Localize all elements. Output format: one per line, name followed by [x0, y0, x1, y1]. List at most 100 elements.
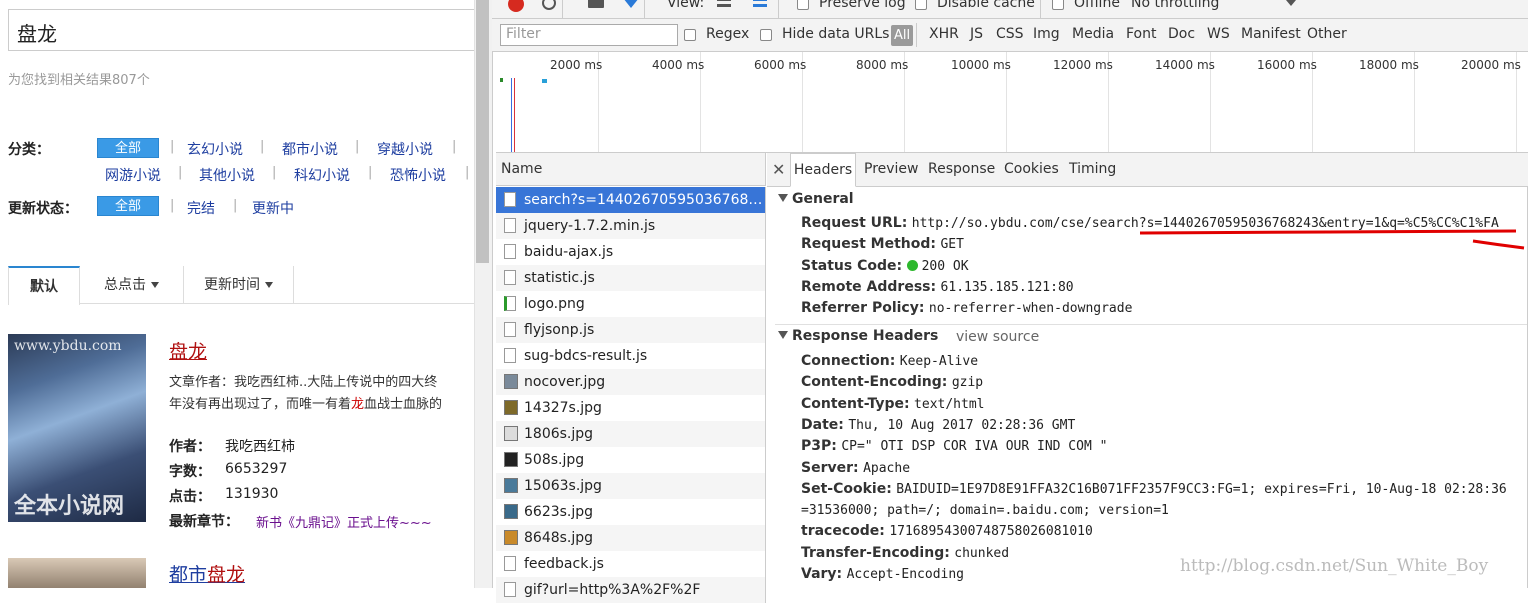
type-filter-other[interactable]: Other: [1307, 26, 1347, 42]
script-file-icon: [504, 218, 516, 233]
section-title: General: [792, 191, 854, 207]
type-filter-css[interactable]: CSS: [996, 26, 1024, 42]
general-section-toggle[interactable]: General: [778, 191, 854, 207]
cover-watermark: www.ybdu.com: [14, 338, 122, 354]
status-all-button[interactable]: 全部: [97, 196, 159, 216]
search-input[interactable]: 盘龙: [8, 9, 474, 51]
request-row[interactable]: 8648s.jpg: [496, 525, 766, 551]
type-filter-ws[interactable]: WS: [1207, 26, 1230, 42]
tab-cookies[interactable]: Cookies: [1004, 153, 1059, 186]
toolbar-divider: [778, 0, 779, 18]
chevron-down-icon[interactable]: [1286, 0, 1296, 6]
status-link-finished[interactable]: 完结: [187, 198, 215, 218]
name-column-header[interactable]: Name: [496, 153, 766, 186]
header-key: Date:: [801, 416, 844, 433]
capture-screenshots-icon[interactable]: [588, 0, 604, 8]
category-link-wangyou[interactable]: 网游小说: [105, 165, 161, 185]
type-filter-font[interactable]: Font: [1126, 26, 1156, 42]
request-name: 14327s.jpg: [524, 400, 602, 416]
triangle-down-icon: [778, 194, 788, 202]
book-title-link[interactable]: 都市盘龙: [169, 560, 245, 587]
response-headers-section-toggle[interactable]: Response Headers: [778, 328, 938, 344]
category-link-qita[interactable]: 其他小说: [199, 165, 255, 185]
book-cover-image[interactable]: [8, 558, 146, 588]
desc-line: 文章作者：我吃西红柿..大陆上传说中的四大终: [169, 375, 438, 390]
category-link-kongbu[interactable]: 恐怖小说: [390, 165, 446, 185]
request-row[interactable]: 1806s.jpg: [496, 421, 766, 447]
type-filter-doc[interactable]: Doc: [1168, 26, 1195, 42]
header-value: no-referrer-when-downgrade: [928, 301, 1133, 316]
book-title-link[interactable]: 盘龙: [169, 337, 207, 364]
offline-checkbox[interactable]: [1052, 0, 1064, 10]
type-filter-img[interactable]: Img: [1033, 26, 1060, 42]
category-link-xuanhuan[interactable]: 玄幻小说: [187, 139, 243, 159]
request-row[interactable]: feedback.js: [496, 551, 766, 577]
timeline-tick-label: 20000 ms: [1461, 58, 1521, 72]
sort-tab-default[interactable]: 默认: [8, 266, 80, 305]
regex-checkbox[interactable]: [684, 29, 696, 41]
request-row[interactable]: 508s.jpg: [496, 447, 766, 473]
image-file-icon: [504, 296, 516, 311]
hide-data-urls-checkbox[interactable]: [760, 29, 772, 41]
category-all-button[interactable]: 全部: [97, 138, 159, 158]
response-header-row: Date: Thu, 10 Aug 2017 02:28:36 GMT: [801, 415, 1075, 436]
request-row[interactable]: 14327s.jpg: [496, 395, 766, 421]
timeline-tick-label: 2000 ms: [550, 58, 603, 72]
type-filter-manifest[interactable]: Manifest: [1241, 26, 1301, 42]
sort-tab-clicks[interactable]: 总点击: [80, 266, 184, 304]
request-row[interactable]: statistic.js: [496, 265, 766, 291]
book-cover-image[interactable]: www.ybdu.com 全本小说网: [8, 334, 146, 522]
filter-input[interactable]: Filter: [500, 24, 678, 46]
header-key: tracecode:: [801, 523, 885, 540]
request-row[interactable]: search?s=14402670595036768243&entry=1&q=…: [496, 187, 766, 213]
request-row[interactable]: nocover.jpg: [496, 369, 766, 395]
header-key: Status Code:: [801, 258, 903, 274]
request-row[interactable]: flyjsonp.js: [496, 317, 766, 343]
header-value: 61.135.185.121:80: [940, 280, 1074, 295]
type-filter-all[interactable]: All: [891, 25, 913, 46]
view-source-link[interactable]: view source: [956, 329, 1039, 345]
disable-cache-checkbox[interactable]: [915, 0, 927, 10]
request-row[interactable]: jquery-1.7.2.min.js: [496, 213, 766, 239]
timeline-tick-label: 18000 ms: [1359, 58, 1419, 72]
page-scrollbar-thumb[interactable]: [476, 0, 489, 263]
timeline-tick-label: 12000 ms: [1053, 58, 1113, 72]
request-name: gif?url=http%3A%2F%2F: [524, 582, 701, 598]
category-link-dushi[interactable]: 都市小说: [282, 139, 338, 159]
header-value: chunked: [954, 545, 1010, 561]
request-row[interactable]: sug-bdcs-result.js: [496, 343, 766, 369]
close-icon[interactable]: ✕: [772, 160, 785, 179]
timeline-tick-label: 16000 ms: [1257, 58, 1317, 72]
large-rows-icon[interactable]: [717, 0, 731, 7]
sort-tab-update-time[interactable]: 更新时间: [184, 266, 294, 304]
response-header-row: =31536000; path=/; domain=.baidu.com; ve…: [801, 500, 1169, 521]
tab-timing[interactable]: Timing: [1069, 153, 1116, 186]
tab-response[interactable]: Response: [928, 153, 995, 186]
category-link-kehuan[interactable]: 科幻小说: [294, 165, 350, 185]
type-filter-media[interactable]: Media: [1072, 26, 1114, 42]
separator: |: [178, 165, 183, 180]
category-link-chuanyue[interactable]: 穿越小说: [377, 139, 433, 159]
latest-chapter-link[interactable]: 新书《九鼎记》正式上传~~~: [256, 512, 432, 531]
request-row[interactable]: 15063s.jpg: [496, 473, 766, 499]
tab-preview[interactable]: Preview: [864, 153, 919, 186]
preserve-log-checkbox[interactable]: [797, 0, 809, 10]
response-header-row: Vary: Accept-Encoding: [801, 564, 964, 585]
record-icon[interactable]: [508, 0, 524, 12]
tab-headers[interactable]: Headers: [790, 153, 856, 187]
filter-icon[interactable]: [623, 0, 639, 8]
request-row[interactable]: gif?url=http%3A%2F%2F: [496, 577, 766, 603]
clear-icon[interactable]: [542, 0, 556, 10]
header-key: Referrer Policy:: [801, 300, 925, 316]
status-link-ongoing[interactable]: 更新中: [252, 198, 294, 218]
request-row[interactable]: 6623s.jpg: [496, 499, 766, 525]
throttling-select[interactable]: No throttling: [1131, 0, 1219, 11]
header-value: 200 OK: [921, 259, 969, 274]
script-file-icon: [504, 244, 516, 259]
type-filter-xhr[interactable]: XHR: [929, 26, 959, 42]
overview-icon[interactable]: [753, 0, 767, 7]
request-row[interactable]: baidu-ajax.js: [496, 239, 766, 265]
request-row[interactable]: logo.png: [496, 291, 766, 317]
header-value: BAIDUID=1E97D8E91FFA32C16B071FF2357F9CC3…: [896, 481, 1507, 497]
type-filter-js[interactable]: JS: [970, 26, 983, 42]
